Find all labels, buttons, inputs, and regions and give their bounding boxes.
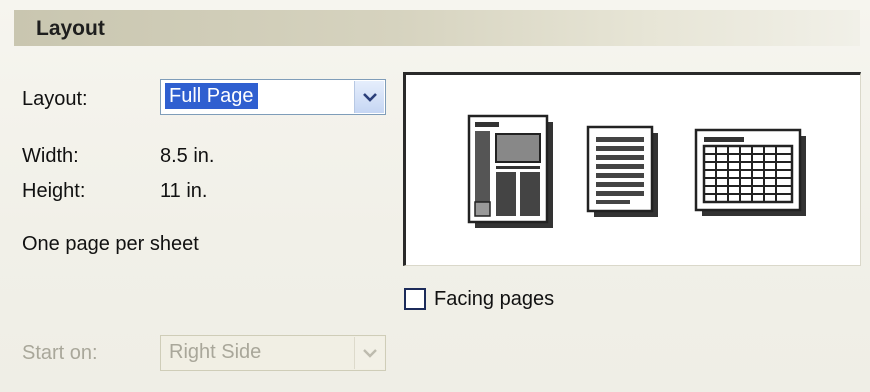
section-header: Layout — [14, 10, 860, 46]
layout-dropdown-value: Full Page — [165, 83, 258, 109]
layout-dropdown[interactable]: Full Page — [160, 79, 386, 115]
start-on-dropdown-value: Right Side — [169, 341, 262, 363]
table-page-icon — [694, 128, 806, 216]
chevron-down-icon[interactable] — [354, 81, 384, 113]
text-page-icon — [586, 125, 658, 217]
layout-label: Layout: — [22, 88, 88, 110]
start-on-label: Start on: — [22, 342, 98, 364]
width-label: Width: — [22, 145, 79, 167]
facing-pages-label[interactable]: Facing pages — [434, 288, 554, 311]
layout-panel: Layout Layout: Full Page Width: 8.5 in. … — [0, 0, 870, 392]
height-label: Height: — [22, 180, 86, 202]
facing-pages-checkbox[interactable] — [404, 288, 426, 310]
start-on-dropdown[interactable]: Right Side — [160, 335, 386, 371]
layout-preview — [403, 72, 861, 266]
pages-per-sheet-text: One page per sheet — [22, 233, 199, 255]
section-title: Layout — [36, 17, 105, 40]
height-value: 11 in. — [160, 180, 208, 202]
chevron-down-icon[interactable] — [354, 337, 384, 369]
width-value: 8.5 in. — [160, 145, 215, 167]
newsletter-page-icon — [467, 114, 553, 228]
